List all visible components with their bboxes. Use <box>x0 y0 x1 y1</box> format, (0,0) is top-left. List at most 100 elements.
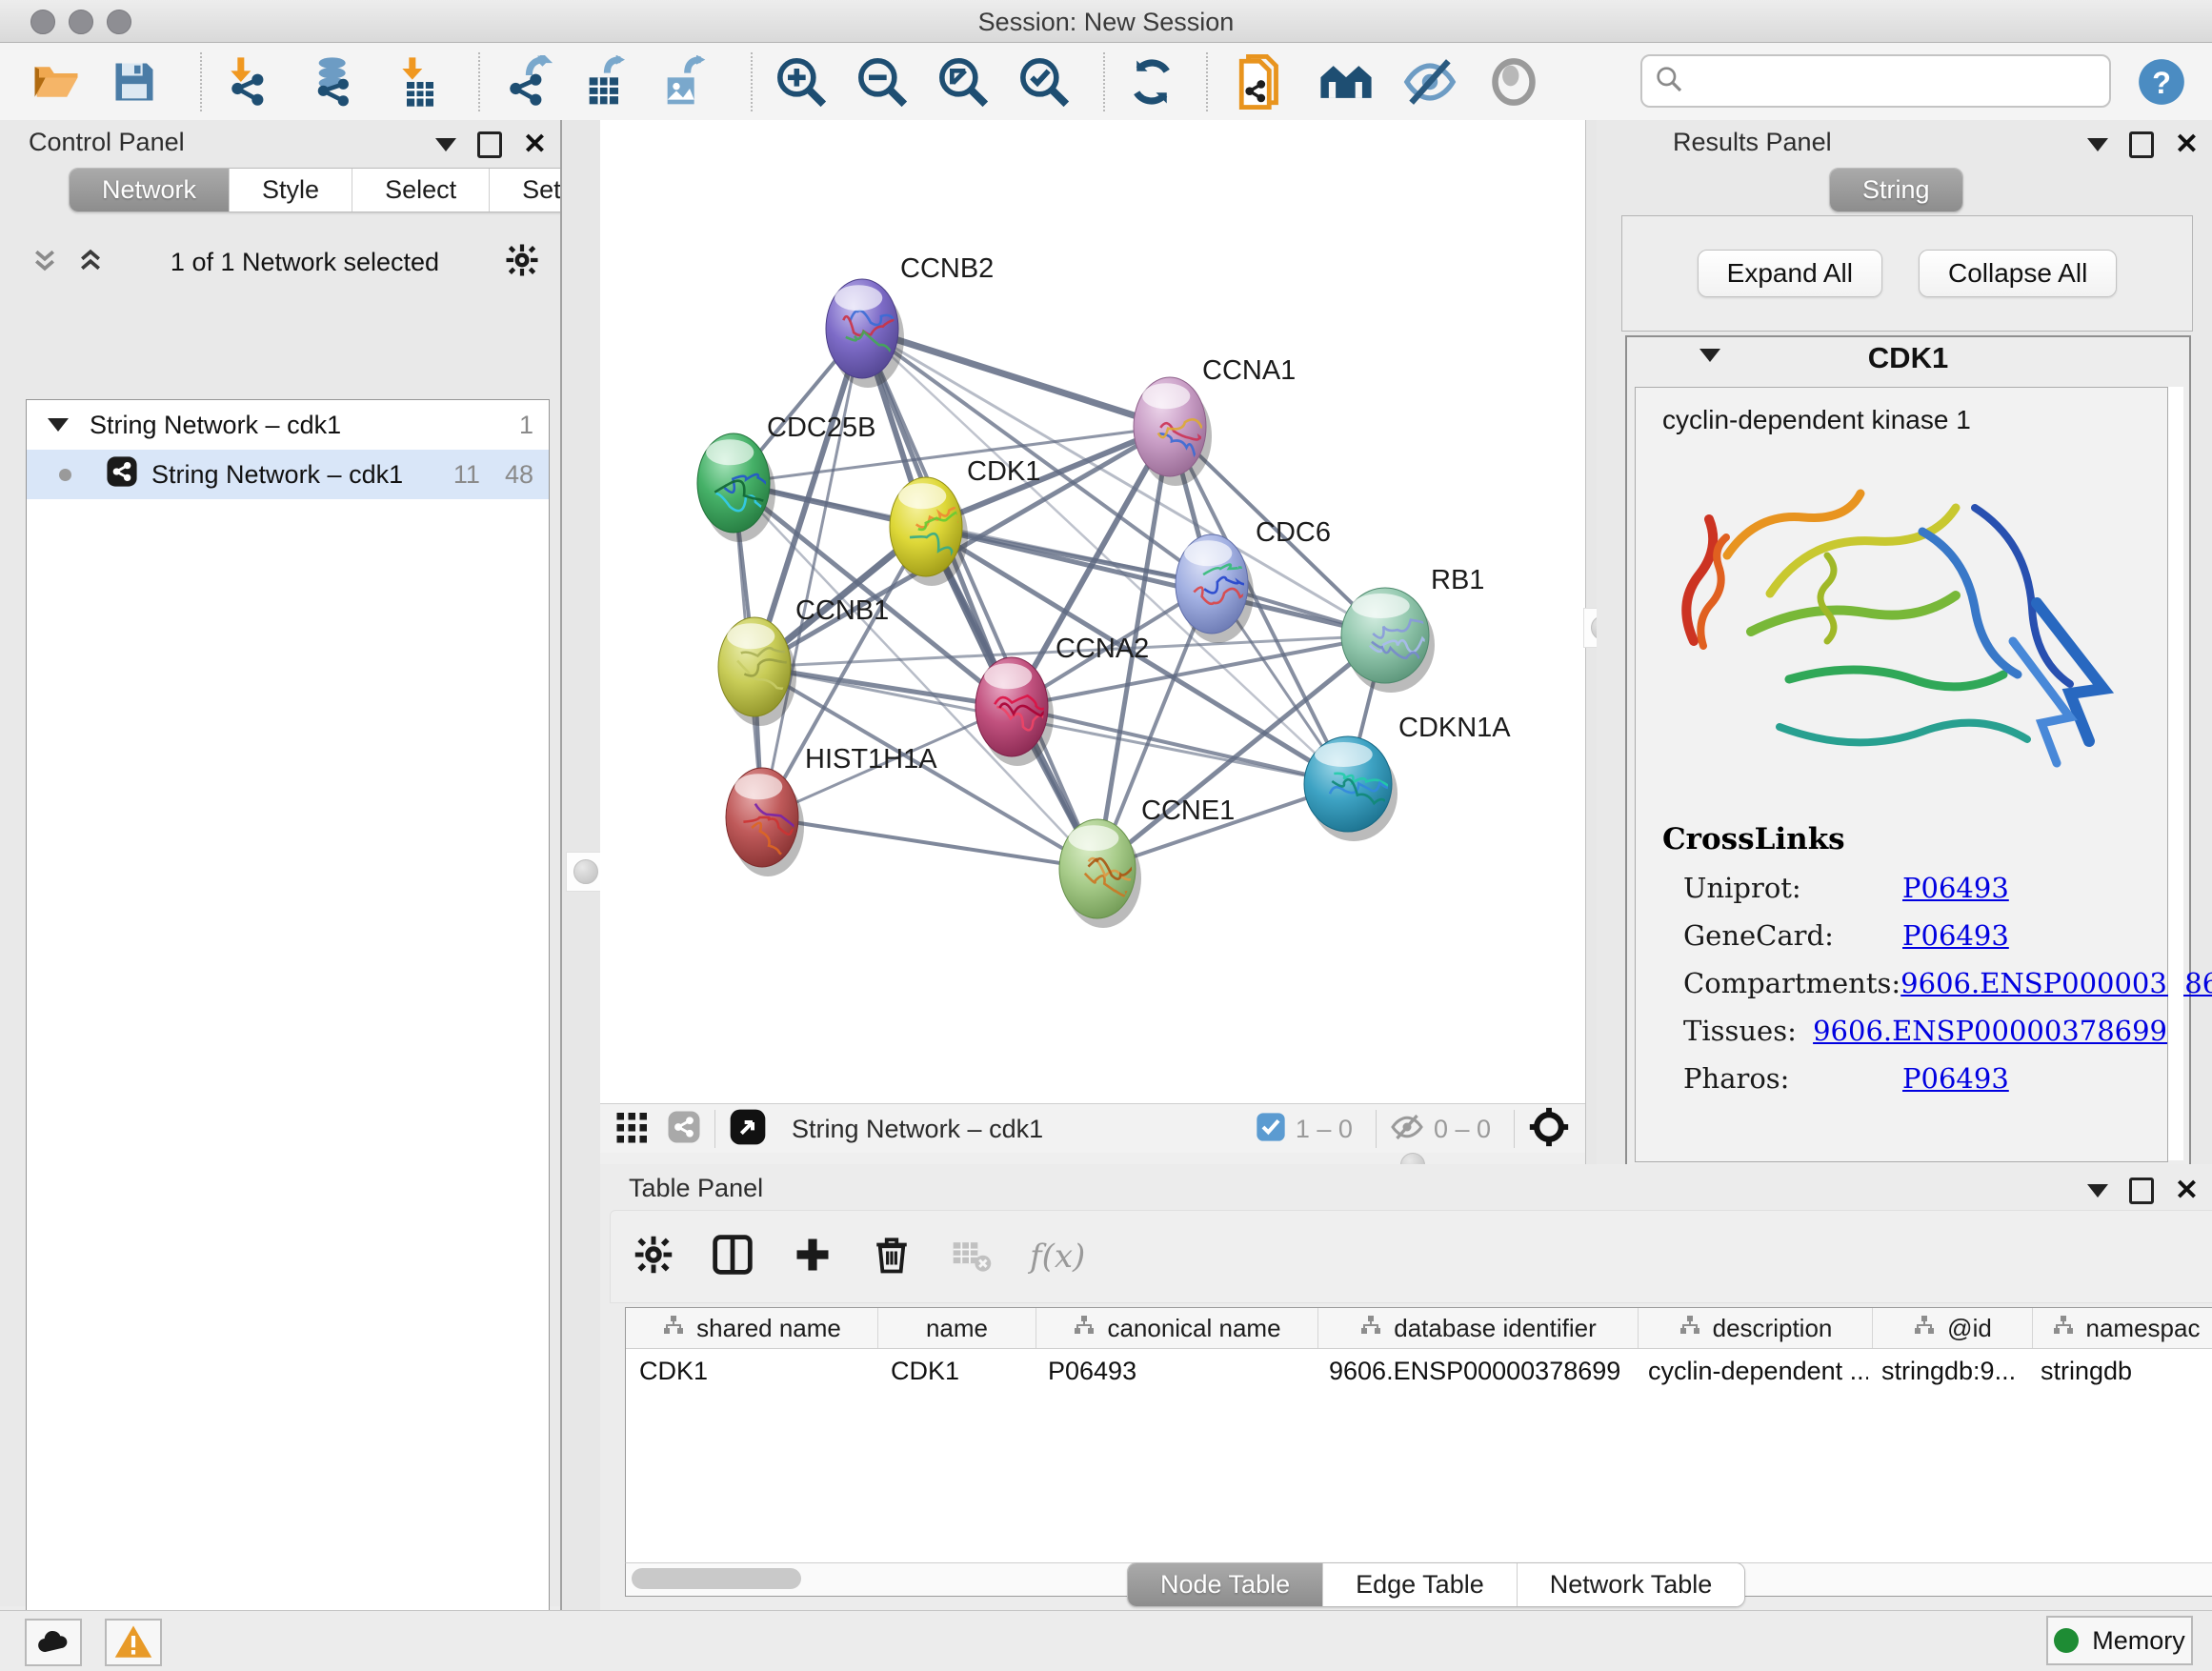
network-label: String Network – cdk1 <box>151 460 403 490</box>
tab-style[interactable]: Style <box>230 169 352 211</box>
hide-glass-icon[interactable] <box>1402 54 1458 110</box>
cell-canonical-name[interactable]: P06493 <box>1035 1357 1316 1386</box>
tab-node-table[interactable]: Node Table <box>1128 1563 1323 1606</box>
zoom-fit-icon[interactable] <box>935 54 991 110</box>
import-network-file-icon[interactable] <box>221 54 276 110</box>
scrollbar-thumb[interactable] <box>632 1568 801 1589</box>
column-header-canonical-name[interactable]: canonical name <box>1036 1308 1318 1348</box>
collapse-all-tree-icon[interactable] <box>30 246 59 279</box>
string-import-icon[interactable] <box>1235 54 1290 110</box>
search-field[interactable] <box>1640 54 2111 108</box>
column-header-database-identifier[interactable]: database identifier <box>1318 1308 1639 1348</box>
results-actions-box: Expand All Collapse All <box>1621 215 2193 332</box>
expand-all-button[interactable]: Expand All <box>1698 250 1882 297</box>
birds-eye-view-icon[interactable] <box>729 1108 767 1151</box>
panel-close-icon[interactable]: ✕ <box>2175 1180 2199 1201</box>
left-splitter[interactable] <box>560 120 602 1610</box>
grid-view-icon[interactable] <box>615 1110 650 1149</box>
edge-CCNB2-CCNA1[interactable] <box>862 329 1170 427</box>
panel-float-icon[interactable] <box>477 131 502 158</box>
refresh-icon[interactable] <box>1124 54 1179 110</box>
column-header-shared-name[interactable]: shared name <box>626 1308 878 1348</box>
selected-node-edge-count: 1 – 0 <box>1296 1115 1353 1144</box>
export-image-icon[interactable] <box>655 54 711 110</box>
edge-CCNA2-CDKN1A[interactable] <box>1012 707 1348 784</box>
cell-name[interactable]: CDK1 <box>877 1357 1035 1386</box>
tree-collapse-icon[interactable] <box>48 418 69 432</box>
table-settings-gear-icon[interactable] <box>633 1235 674 1279</box>
tab-network[interactable]: Network <box>70 169 230 211</box>
panel-float-icon[interactable] <box>2129 131 2154 158</box>
cell-@id[interactable]: stringdb:9... <box>1868 1357 2027 1386</box>
tab-edge-table[interactable]: Edge Table <box>1323 1563 1518 1606</box>
node-CDKN1A[interactable]: CDKN1A <box>1304 713 1511 841</box>
cell-description[interactable]: cyclin-dependent ... <box>1635 1357 1868 1386</box>
search-input[interactable] <box>1696 66 2109 97</box>
node-table[interactable]: shared namenamecanonical namedatabase id… <box>625 1307 2212 1564</box>
cloud-status-button[interactable] <box>25 1619 82 1666</box>
memory-button[interactable]: Memory <box>2046 1616 2193 1665</box>
fit-selected-crosshair-icon[interactable] <box>1528 1106 1570 1153</box>
application-window: Session: New Session <box>0 0 2212 1671</box>
edge-HIST1H1A-CCNE1[interactable] <box>762 817 1097 869</box>
delete-column-icon[interactable] <box>872 1235 912 1279</box>
network-row[interactable]: String Network – cdk1 11 48 <box>27 450 549 499</box>
table-row[interactable]: CDK1CDK1P064939606.ENSP00000378699cyclin… <box>626 1349 2212 1393</box>
add-column-icon[interactable] <box>792 1234 834 1280</box>
zoom-in-icon[interactable] <box>774 54 829 110</box>
warning-icon <box>113 1622 153 1662</box>
node-CCNB2[interactable]: CCNB2 <box>826 253 994 388</box>
network-node-count: 11 <box>453 460 480 490</box>
column-header-namespac[interactable]: namespac <box>2033 1308 2212 1348</box>
tab-network-table[interactable]: Network Table <box>1518 1563 1745 1606</box>
string-home-icon[interactable] <box>1318 54 1374 110</box>
network-collection-row[interactable]: String Network – cdk1 1 <box>27 400 549 450</box>
expand-all-tree-icon[interactable] <box>76 246 105 279</box>
crosslink-link[interactable]: 9606.ENSP00000378699 <box>1813 1015 2167 1047</box>
zoom-out-icon[interactable] <box>855 54 910 110</box>
panel-menu-icon[interactable] <box>435 138 456 151</box>
import-table-icon[interactable] <box>392 54 448 110</box>
show-columns-icon[interactable] <box>712 1234 754 1280</box>
node-RB1[interactable]: RB1 <box>1341 565 1484 693</box>
selected-checkbox-icon[interactable] <box>1256 1112 1286 1147</box>
export-table-icon[interactable] <box>577 54 633 110</box>
node-CCNE1[interactable]: CCNE1 <box>1059 795 1235 928</box>
window-title: Session: New Session <box>0 8 2212 37</box>
crosslink-link[interactable]: P06493 <box>1902 872 2009 904</box>
panel-close-icon[interactable]: ✕ <box>523 134 547 155</box>
column-header-description[interactable]: description <box>1639 1308 1873 1348</box>
crosslinks-title: CrossLinks <box>1662 822 2167 856</box>
node-CCNA1[interactable]: CCNA1 <box>1134 355 1296 487</box>
export-network-icon[interactable] <box>499 54 554 110</box>
crosslink-link[interactable]: P06493 <box>1902 919 2009 952</box>
panel-menu-icon[interactable] <box>2087 1184 2108 1198</box>
results-scrollbar[interactable] <box>2168 387 2183 1160</box>
warning-status-button[interactable] <box>105 1619 162 1666</box>
crosslink-link[interactable]: P06493 <box>1902 1062 2009 1095</box>
cell-database-identifier[interactable]: 9606.ENSP00000378699 <box>1316 1357 1635 1386</box>
panel-float-icon[interactable] <box>2129 1178 2154 1204</box>
protein-result-card: CDK1 cyclin-dependent kinase 1 <box>1625 335 2191 1187</box>
help-icon[interactable]: ? <box>2134 54 2189 110</box>
panel-menu-icon[interactable] <box>2087 138 2108 151</box>
save-session-icon[interactable] <box>107 54 162 110</box>
zoom-selected-icon[interactable] <box>1016 54 1072 110</box>
node-label-CCNA2: CCNA2 <box>1056 634 1149 664</box>
collapse-all-button[interactable]: Collapse All <box>1919 250 2117 297</box>
cell-namespac[interactable]: stringdb <box>2027 1357 2212 1386</box>
column-header-name[interactable]: name <box>878 1308 1036 1348</box>
show-glass-icon[interactable] <box>1486 54 1541 110</box>
edge-CCNB2-CCNE1[interactable] <box>862 329 1097 869</box>
network-canvas[interactable]: CCNB2CCNA1CDC25BCDK1CDC6RB1CCNB1CCNA2CDK… <box>600 120 1585 1103</box>
network-options-gear-icon[interactable] <box>505 243 539 282</box>
column-header-@id[interactable]: @id <box>1873 1308 2033 1348</box>
cell-shared-name[interactable]: CDK1 <box>626 1357 877 1386</box>
crosslink-link[interactable]: 9606.ENSP00000378699 <box>1900 967 2212 999</box>
tab-select[interactable]: Select <box>352 169 490 211</box>
import-network-database-icon[interactable] <box>307 54 362 110</box>
tab-string[interactable]: String <box>1830 169 1962 211</box>
network-type-icon[interactable] <box>667 1110 701 1149</box>
open-session-icon[interactable] <box>29 54 84 110</box>
panel-close-icon[interactable]: ✕ <box>2175 134 2199 155</box>
